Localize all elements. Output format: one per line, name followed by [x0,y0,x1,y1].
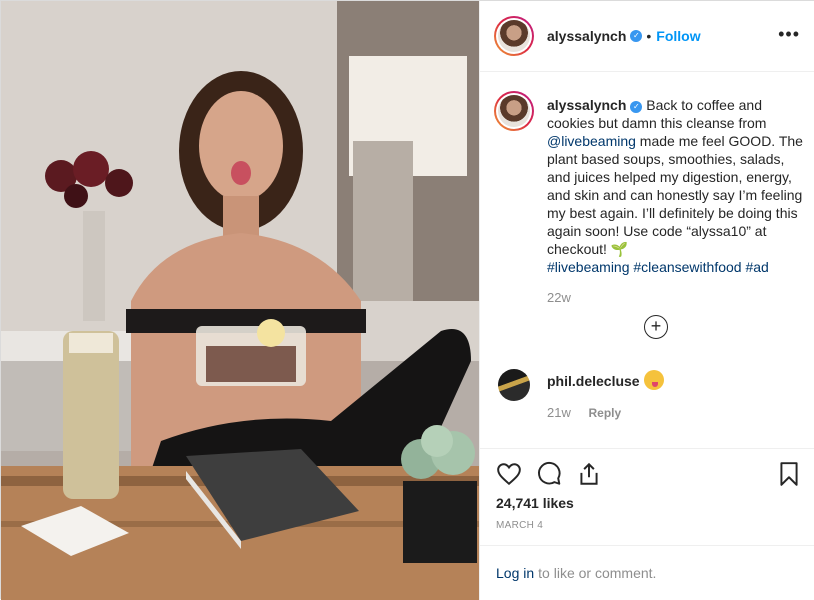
avatar-image [498,95,530,127]
caption-timestamp[interactable]: 22w [547,290,571,305]
caption-mention-link[interactable]: @livebeaming [547,133,636,149]
share-icon[interactable] [576,461,602,487]
follow-button[interactable]: Follow [656,28,700,44]
verified-icon: ✓ [630,30,643,42]
hashtag-link[interactable]: #cleansewithfood [633,259,741,275]
reply-button[interactable]: Reply [588,406,621,420]
post-date[interactable]: MARCH 4 [496,520,543,531]
bookmark-icon[interactable] [776,461,802,487]
like-count[interactable]: 24,741 likes [496,495,574,511]
avatar-image [498,20,530,52]
caption-body-2: made me feel GOOD. The plant based soups… [547,133,803,257]
post-sidebar: alyssalynch ✓ • Follow ••• alyssalynch ✓ … [479,1,814,600]
header-separator: • [646,28,652,44]
avatar-border [496,93,532,129]
load-more-comments-button[interactable]: + [644,315,668,339]
comment-icon[interactable] [536,461,562,487]
more-options-icon[interactable]: ••• [778,25,800,43]
action-bar: 24,741 likes MARCH 4 [480,448,814,543]
comment-timestamp[interactable]: 21w [547,405,571,420]
author-username[interactable]: alyssalynch [547,28,626,44]
login-prompt: Log in to like or comment. [480,545,814,600]
commenter-username[interactable]: phil.delecluse [547,373,640,389]
comment-meta: 21w Reply [547,405,621,420]
photo-illustration [1,1,479,600]
commenter-avatar[interactable] [498,369,530,401]
caption-text: alyssalynch ✓ Back to coffee and cookies … [547,96,805,276]
author-avatar[interactable] [494,16,534,56]
caption-username[interactable]: alyssalynch [547,97,626,113]
avatar-border [496,18,532,54]
login-link[interactable]: Log in [496,565,534,581]
caption-avatar[interactable] [494,91,534,131]
verified-icon: ✓ [630,101,643,113]
post-photo[interactable] [1,1,479,600]
comments-section: alyssalynch ✓ Back to coffee and cookies … [480,72,814,448]
hashtag-link[interactable]: #livebeaming [547,259,630,275]
heart-icon[interactable] [496,461,522,487]
hashtag-link[interactable]: #ad [745,259,768,275]
winking-tongue-emoji-icon [644,370,664,390]
instagram-post: alyssalynch ✓ • Follow ••• alyssalynch ✓ … [0,0,814,600]
login-prompt-text: to like or comment. [538,565,657,581]
post-header: alyssalynch ✓ • Follow ••• [480,1,814,72]
